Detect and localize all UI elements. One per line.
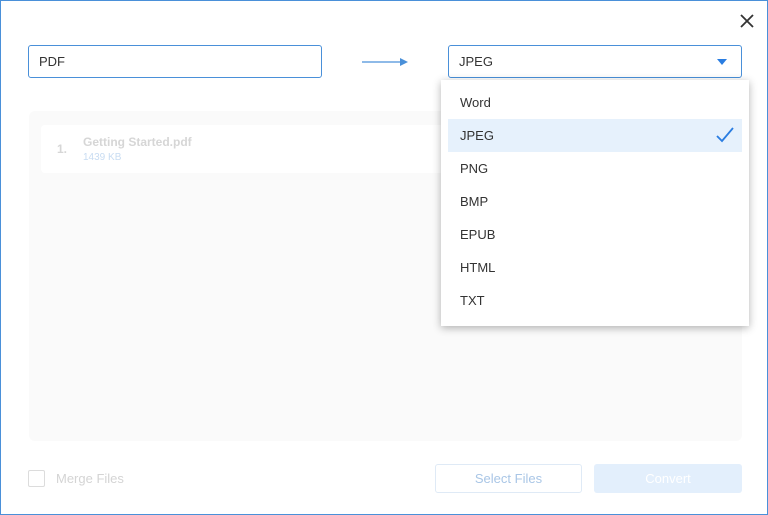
caret-down-icon	[717, 59, 727, 65]
dropdown-option-word[interactable]: Word	[448, 86, 742, 119]
option-label: HTML	[460, 260, 496, 275]
file-list-item[interactable]: 1. Getting Started.pdf 1439 KB	[41, 125, 461, 173]
arrow-right-icon	[362, 58, 408, 66]
option-label: Word	[460, 95, 491, 110]
option-label: JPEG	[460, 128, 494, 143]
dropdown-option-epub[interactable]: EPUB	[448, 218, 742, 251]
checkmark-icon	[716, 127, 734, 143]
merge-files-checkbox[interactable]	[28, 470, 45, 487]
dropdown-option-bmp[interactable]: BMP	[448, 185, 742, 218]
file-name: Getting Started.pdf	[83, 135, 192, 149]
dropdown-option-jpeg[interactable]: JPEG	[448, 119, 742, 152]
target-format-value: JPEG	[459, 54, 493, 69]
option-label: EPUB	[460, 227, 496, 242]
option-label: PNG	[460, 161, 489, 176]
source-format-value: PDF	[39, 54, 65, 69]
close-icon	[740, 14, 754, 28]
option-label: TXT	[460, 293, 485, 308]
dropdown-option-txt[interactable]: TXT	[448, 284, 742, 317]
target-format-select[interactable]: JPEG	[448, 45, 742, 78]
source-format-field[interactable]: PDF	[28, 45, 322, 78]
file-index: 1.	[57, 142, 68, 156]
dropdown-option-html[interactable]: HTML	[448, 251, 742, 284]
convert-dialog: PDF JPEG 1. Getting Started.pdf 1439 KB …	[0, 0, 768, 515]
select-files-button[interactable]: Select Files	[435, 464, 582, 493]
file-size: 1439 KB	[83, 152, 122, 163]
option-label: BMP	[460, 194, 489, 209]
dropdown-option-png[interactable]: PNG	[448, 152, 742, 185]
convert-button[interactable]: Convert	[594, 464, 742, 493]
format-dropdown-menu: Word JPEG PNG BMP EPUB HTML TXT	[441, 80, 749, 326]
merge-files-label: Merge Files	[56, 471, 124, 486]
close-button[interactable]	[738, 12, 756, 30]
